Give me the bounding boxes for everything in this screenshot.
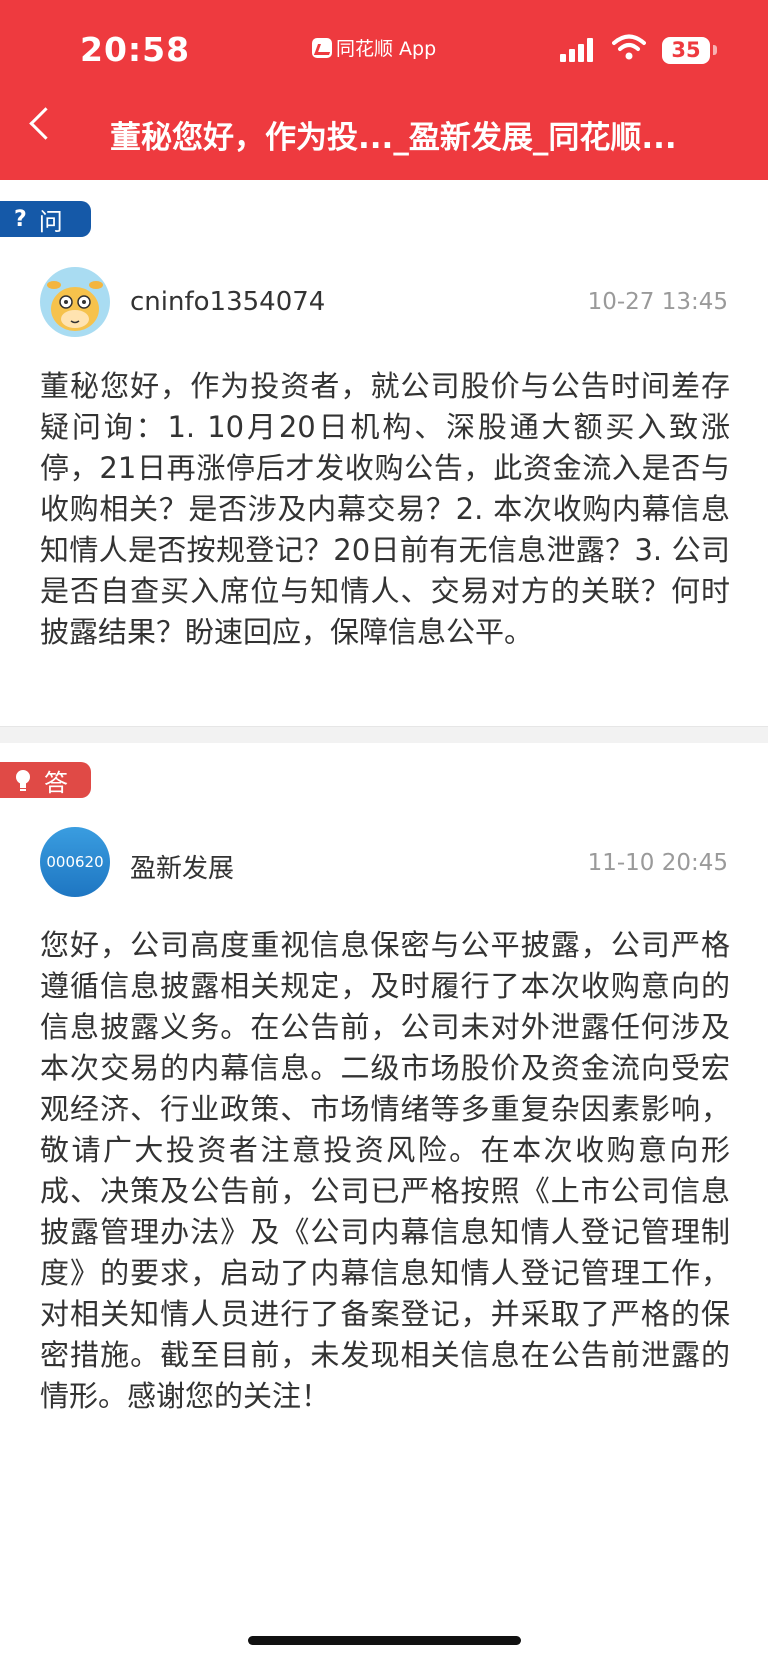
lightbulb-icon xyxy=(16,770,30,791)
company-name[interactable]: 盈新发展 xyxy=(130,848,234,885)
battery-icon: 35 xyxy=(662,37,710,64)
page-title: 董秘您好，作为投..._盈新发展_同花顺... xyxy=(110,120,677,156)
answer-date: 11-10 20:45 xyxy=(587,850,728,876)
cow-mascot-icon xyxy=(47,281,103,331)
battery-level: 35 xyxy=(671,38,701,62)
question-text: 董秘您好，作为投资者，就公司股价与公告时间差存疑问询：1. 10月20日机构、深… xyxy=(40,369,730,649)
app-logo-icon xyxy=(312,37,332,58)
answer-tag-label: 答 xyxy=(44,768,68,797)
app-label[interactable]: 同花顺 App xyxy=(312,34,436,61)
section-divider xyxy=(0,726,768,743)
user-avatar[interactable] xyxy=(40,267,110,337)
question-tag: ? 问 xyxy=(0,201,91,237)
question-tag-label: 问 xyxy=(38,207,63,236)
app-label-text: 同花顺 App xyxy=(336,38,437,60)
back-chevron-icon[interactable] xyxy=(29,107,62,140)
question-date: 10-27 13:45 xyxy=(587,289,728,315)
wifi-icon xyxy=(612,34,646,60)
user-name[interactable]: cninfo1354074 xyxy=(130,287,325,317)
home-indicator[interactable] xyxy=(248,1636,521,1645)
company-avatar[interactable]: 000620 xyxy=(40,827,110,897)
status-time: 20:58 xyxy=(80,30,191,69)
question-mark-icon: ? xyxy=(14,206,27,232)
signal-icon xyxy=(560,38,593,62)
company-code: 000620 xyxy=(46,853,104,871)
app-header: 20:58 同花顺 App 35 董秘您好，作为投..._盈新发展_同花顺... xyxy=(0,0,768,180)
answer-text: 您好，公司高度重视信息保密与公平披露，公司严格遵循信息披露相关规定，及时履行了本… xyxy=(40,928,730,1413)
answer-tag: 答 xyxy=(0,762,91,798)
battery-tip xyxy=(713,45,717,55)
